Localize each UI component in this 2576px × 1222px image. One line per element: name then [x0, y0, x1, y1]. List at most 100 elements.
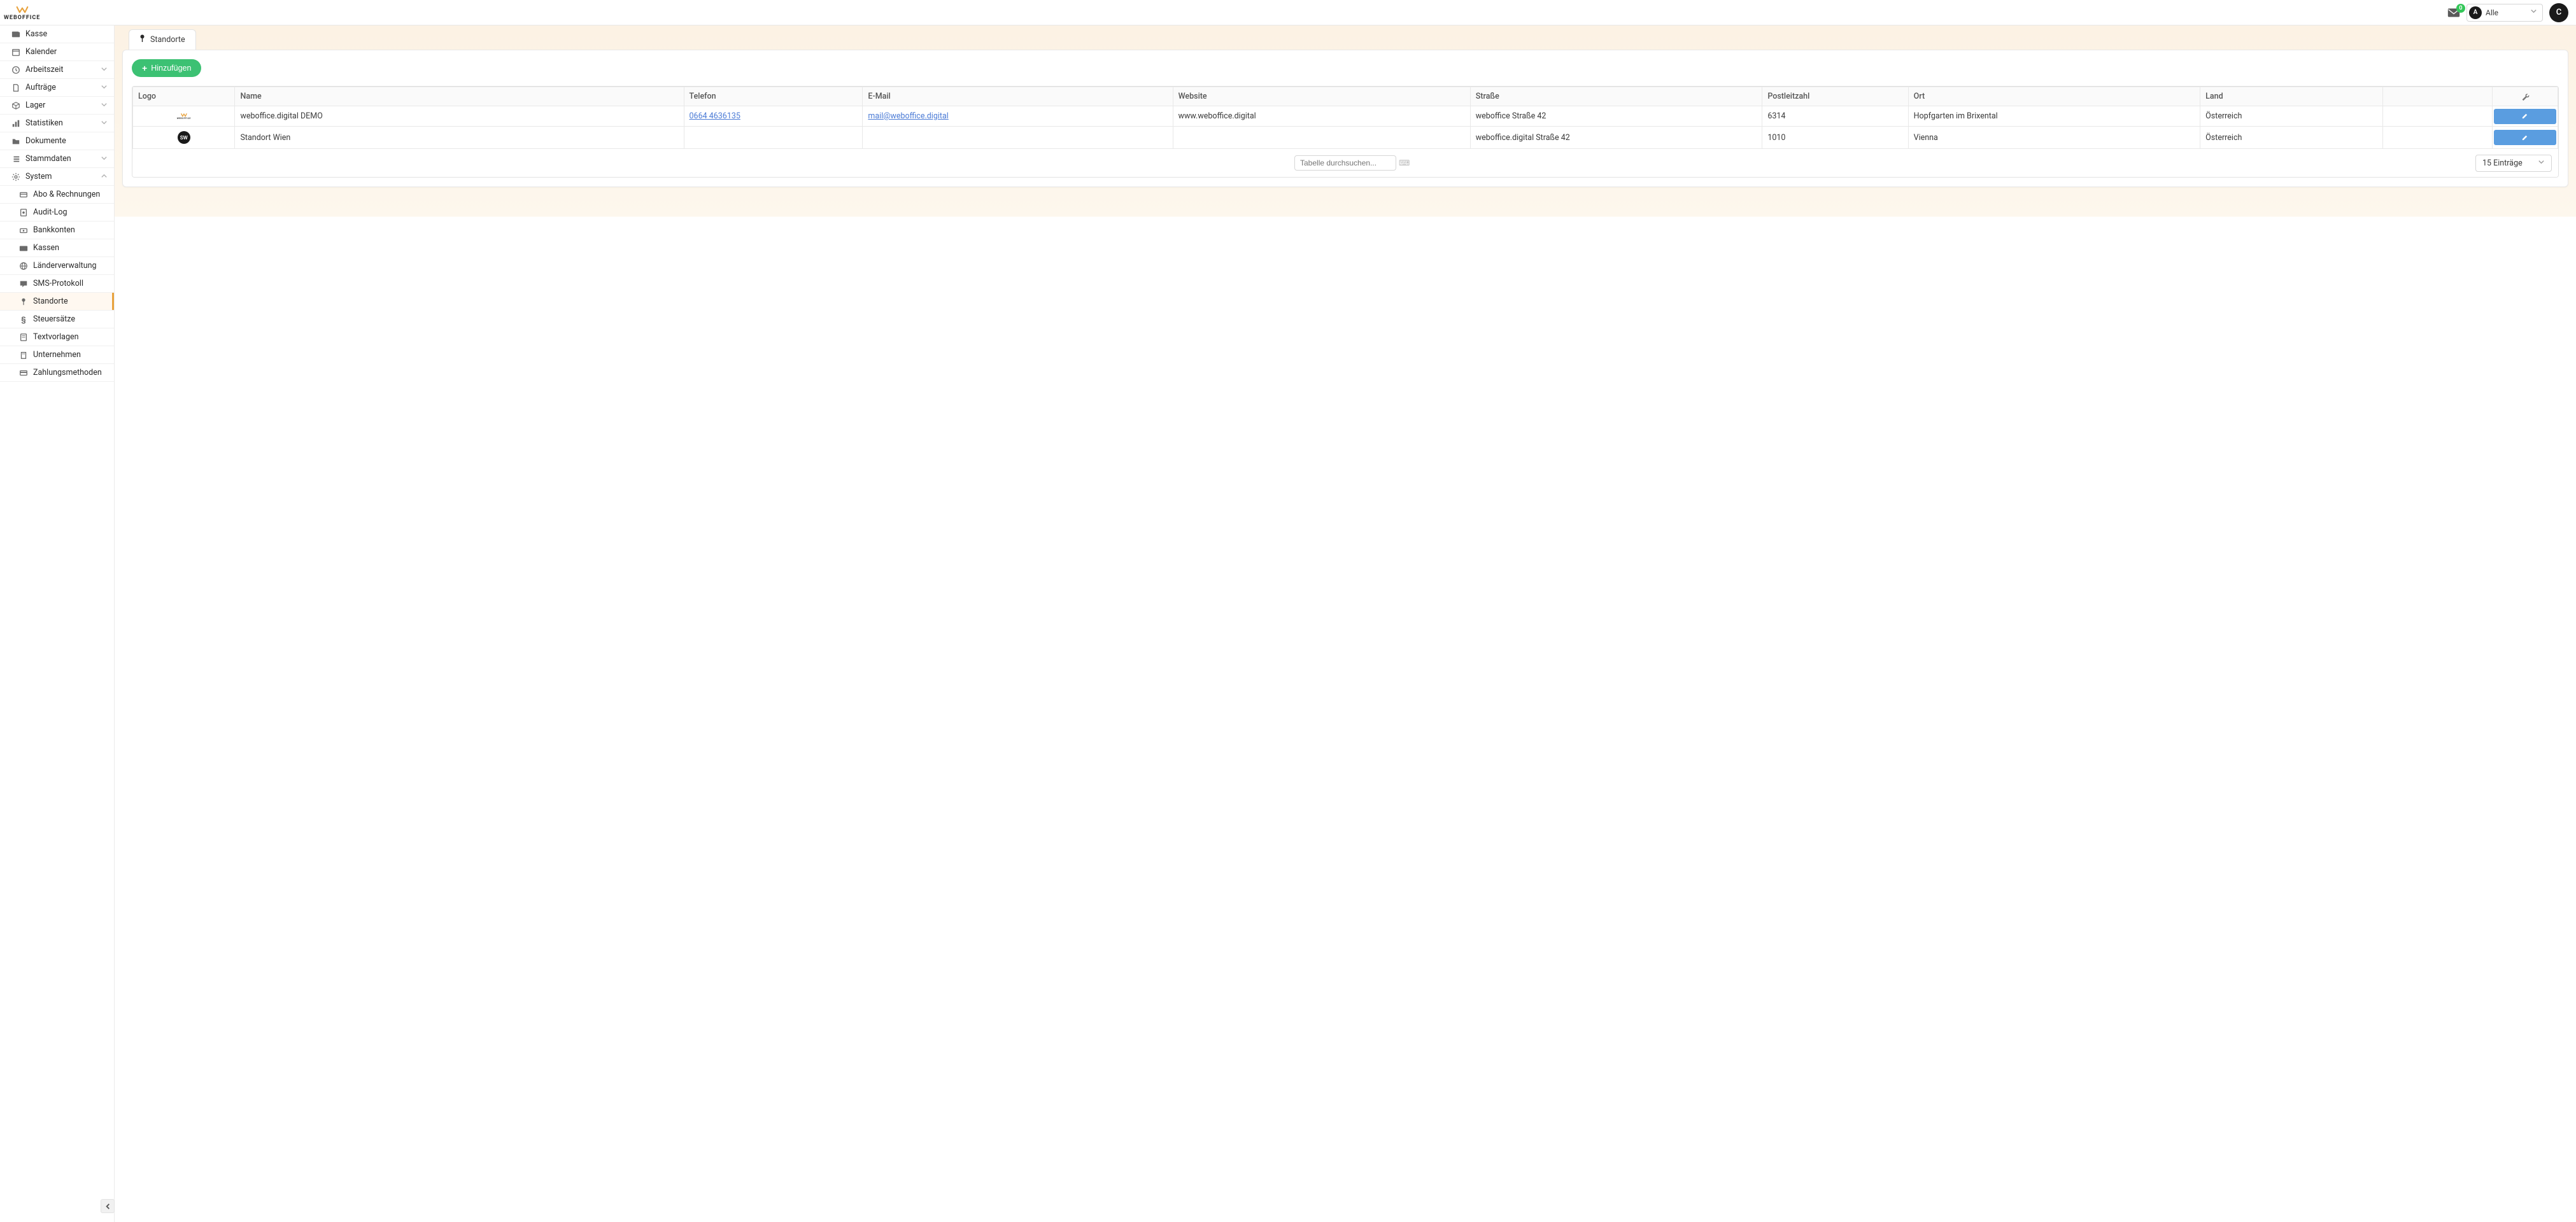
sidebar-item-stammdaten[interactable]: Stammdaten [0, 150, 114, 168]
col-logo[interactable]: Logo [133, 87, 235, 106]
chevron-down-icon [2538, 158, 2545, 168]
col-strasse[interactable]: Straße [1470, 87, 1762, 106]
cell-telefon: 0664 4636135 [684, 106, 863, 127]
col-website[interactable]: Website [1173, 87, 1470, 106]
list-icon [11, 155, 20, 164]
sidebar-item-unternehmen[interactable]: Unternehmen [0, 346, 114, 364]
col-name[interactable]: Name [235, 87, 684, 106]
table-row[interactable]: WEBOFFICE weboffice.digital DEMO 0664 46… [133, 106, 2558, 127]
edit-button[interactable] [2494, 109, 2556, 124]
app-header: WEBOFFICE 0 A Alle C [0, 0, 2576, 25]
chevron-down-icon [101, 101, 108, 110]
pin-icon [19, 297, 28, 306]
search-input[interactable] [1300, 158, 1399, 167]
wallet-icon [19, 244, 28, 253]
cell-actions [2492, 127, 2558, 149]
location-avatar: SW [178, 131, 190, 144]
cell-website [1173, 127, 1470, 149]
sidebar-item-abo[interactable]: Abo & Rechnungen [0, 186, 114, 204]
cell-strasse: weboffice Straße 42 [1470, 106, 1762, 127]
filter-badge: A [2469, 6, 2482, 19]
pin-icon [139, 34, 145, 45]
arrow-left-icon [104, 1203, 111, 1210]
sidebar-item-dokumente[interactable]: Dokumente [0, 132, 114, 150]
cell-strasse: weboffice.digital Straße 42 [1470, 127, 1762, 149]
sidebar-item-lager[interactable]: Lager [0, 97, 114, 115]
paragraph-icon: § [19, 315, 28, 324]
globe-icon [19, 262, 28, 270]
add-button[interactable]: + Hinzufügen [132, 59, 201, 77]
card-icon [19, 190, 28, 199]
credit-icon [19, 369, 28, 377]
cell-spacer [2382, 127, 2492, 149]
filter-label: Alle [2486, 8, 2526, 17]
weboffice-logo-icon: WEBOFFICE [177, 113, 191, 120]
folder-icon [11, 137, 20, 146]
table-search[interactable]: ⌨ [1294, 155, 1396, 171]
locations-table: Logo Name Telefon E-Mail Website Straße … [132, 87, 2558, 149]
add-button-label: Hinzufügen [151, 64, 191, 73]
sidebar-item-laender[interactable]: Länderverwaltung [0, 257, 114, 275]
cell-ort: Vienna [1908, 127, 2200, 149]
sidebar-item-zahlung[interactable]: Zahlungsmethoden [0, 364, 114, 382]
sidebar-item-sms[interactable]: SMS-Protokoll [0, 275, 114, 293]
wallet-icon [11, 30, 20, 39]
sidebar-item-standorte[interactable]: Standorte [0, 293, 114, 311]
sidebar-collapse-button[interactable] [101, 1199, 115, 1213]
phone-link[interactable]: 0664 4636135 [690, 111, 740, 121]
tab-label: Standorte [150, 35, 185, 45]
sidebar-item-arbeitszeit[interactable]: Arbeitszeit [0, 61, 114, 79]
plus-icon: + [142, 64, 147, 73]
location-filter-select[interactable]: A Alle [2466, 4, 2543, 22]
wrench-icon [2521, 92, 2530, 101]
col-plz[interactable]: Postleitzahl [1762, 87, 1908, 106]
sidebar-item-audit[interactable]: Audit-Log [0, 204, 114, 221]
brand-logo[interactable]: WEBOFFICE [4, 4, 40, 21]
table-row[interactable]: SW Standort Wien weboffice.digital Straß… [133, 127, 2558, 149]
sidebar-item-kalender[interactable]: Kalender [0, 43, 114, 61]
sidebar-item-steuer[interactable]: § Steuersätze [0, 311, 114, 328]
chevron-down-icon [2530, 8, 2537, 17]
user-avatar[interactable]: C [2549, 3, 2568, 22]
sidebar-item-kasse[interactable]: Kasse [0, 25, 114, 43]
cell-email [863, 127, 1173, 149]
main-content: Standorte + Hinzufügen Logo Name T [115, 25, 2576, 1222]
sidebar-item-auftraege[interactable]: Aufträge [0, 79, 114, 97]
cell-website: www.weboffice.digital [1173, 106, 1470, 127]
sidebar: Kasse Kalender Arbeitszeit Aufträge Lage… [0, 25, 115, 1222]
chevron-down-icon [101, 119, 108, 128]
chevron-down-icon [101, 66, 108, 74]
entries-per-page-select[interactable]: 15 Einträge [2475, 155, 2552, 172]
cell-plz: 6314 [1762, 106, 1908, 127]
log-icon [19, 208, 28, 217]
cell-logo: WEBOFFICE [133, 106, 235, 127]
sidebar-item-bank[interactable]: Bankkonten [0, 221, 114, 239]
pencil-icon [2521, 134, 2528, 141]
col-ort[interactable]: Ort [1908, 87, 2200, 106]
box-icon [11, 101, 20, 110]
table-header-row: Logo Name Telefon E-Mail Website Straße … [133, 87, 2558, 106]
weboffice-logo-icon [16, 6, 29, 15]
notification-count: 0 [2456, 4, 2465, 13]
sidebar-item-kassen[interactable]: Kassen [0, 239, 114, 257]
col-actions[interactable] [2492, 87, 2558, 106]
tabs-bar: Standorte [115, 25, 2576, 50]
document-icon [19, 333, 28, 342]
col-telefon[interactable]: Telefon [684, 87, 863, 106]
chart-icon [11, 119, 20, 128]
col-spacer [2382, 87, 2492, 106]
email-link[interactable]: mail@weboffice.digital [868, 111, 948, 121]
tab-standorte[interactable]: Standorte [129, 29, 196, 50]
cell-name: Standort Wien [235, 127, 684, 149]
file-icon [11, 83, 20, 92]
col-email[interactable]: E-Mail [863, 87, 1173, 106]
table-footer: ⌨ 15 Einträge [132, 149, 2558, 177]
bank-icon [19, 226, 28, 235]
sidebar-item-text[interactable]: Textvorlagen [0, 328, 114, 346]
notifications-button[interactable]: 0 [2447, 8, 2460, 18]
edit-button[interactable] [2494, 130, 2556, 145]
col-land[interactable]: Land [2200, 87, 2383, 106]
chevron-down-icon [101, 155, 108, 164]
sidebar-item-system[interactable]: System [0, 168, 114, 186]
sidebar-item-statistiken[interactable]: Statistiken [0, 115, 114, 132]
